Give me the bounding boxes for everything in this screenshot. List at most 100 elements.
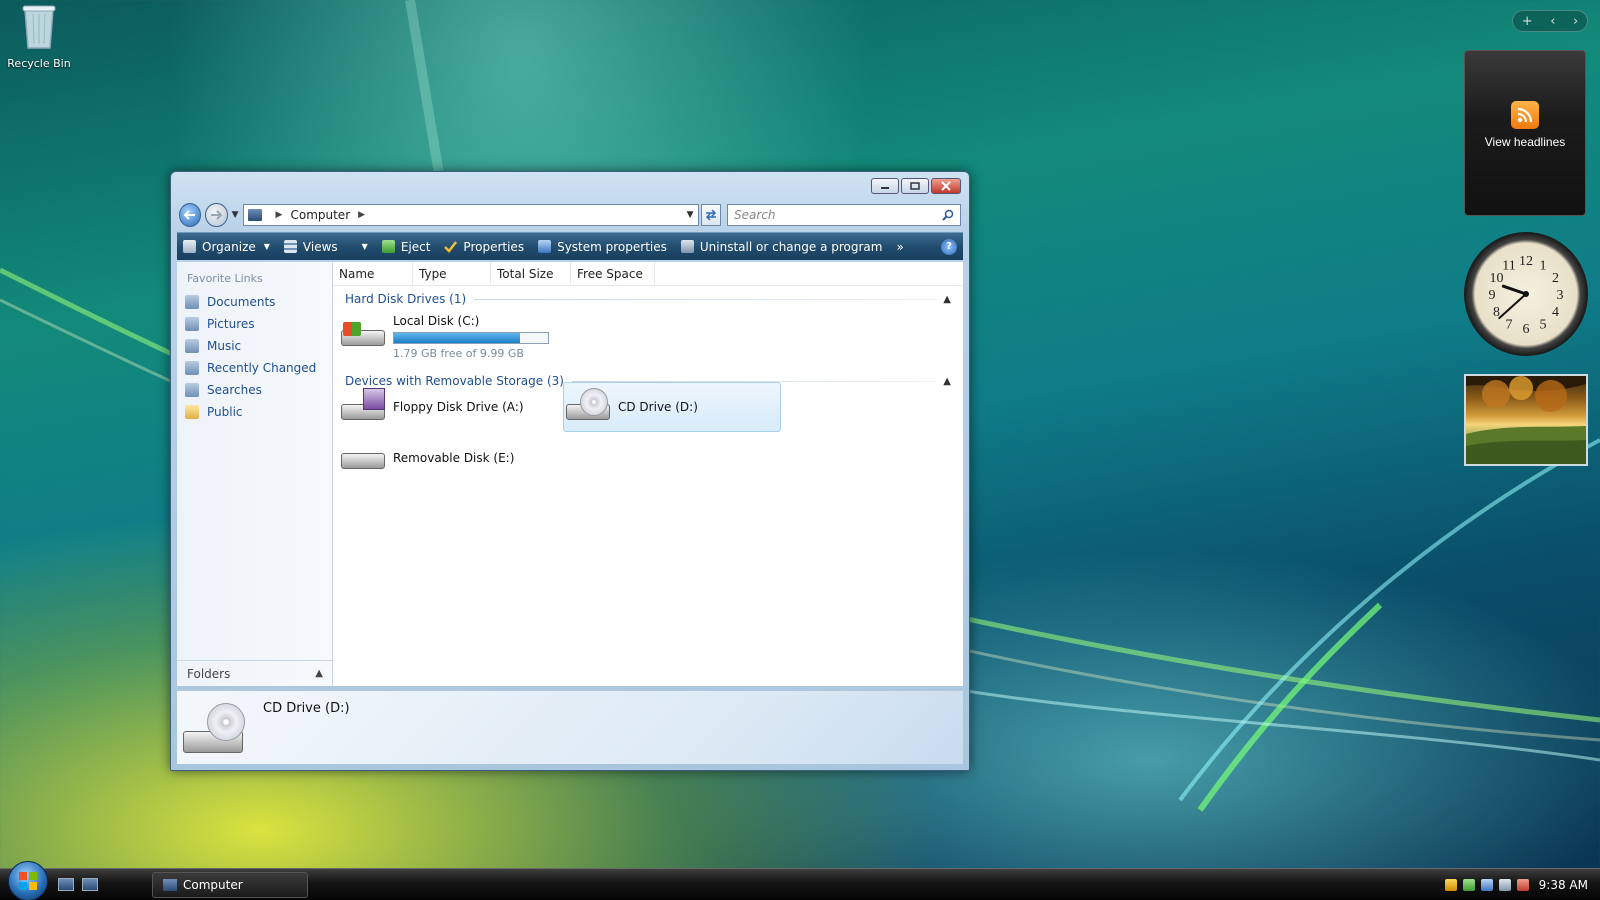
checkmark-icon bbox=[444, 241, 458, 253]
clock-minute-hand bbox=[1498, 293, 1527, 320]
eject-button[interactable]: Eject bbox=[381, 240, 430, 254]
clock-numeral: 11 bbox=[1502, 259, 1515, 274]
sidebar-prev-button[interactable]: ‹ bbox=[1550, 14, 1555, 29]
column-header-total-size[interactable]: Total Size bbox=[491, 262, 571, 285]
uninstall-label: Uninstall or change a program bbox=[699, 239, 883, 254]
system-properties-icon bbox=[538, 240, 552, 253]
sidebar-item-public[interactable]: Public bbox=[177, 401, 332, 423]
hard-drive-icon bbox=[341, 314, 387, 352]
programs-icon bbox=[680, 240, 694, 253]
recycle-bin[interactable]: Recycle Bin bbox=[4, 2, 74, 70]
column-headers: Name Type Total Size Free Space bbox=[333, 262, 963, 286]
maximize-icon bbox=[910, 182, 920, 190]
display-icon[interactable] bbox=[1498, 878, 1511, 891]
back-button[interactable] bbox=[179, 203, 202, 227]
switch-windows-icon[interactable] bbox=[82, 878, 98, 891]
clock-numeral: 9 bbox=[1489, 288, 1496, 303]
more-commands-button[interactable]: » bbox=[896, 240, 903, 254]
breadcrumb-chevron-icon[interactable]: ▶ bbox=[358, 210, 365, 220]
drive-removable-e[interactable]: Removable Disk (E:) bbox=[341, 438, 514, 478]
sidebar-item-searches[interactable]: Searches bbox=[177, 379, 332, 401]
clock-center-pin bbox=[1523, 291, 1529, 297]
start-button[interactable] bbox=[8, 860, 48, 900]
clock-gadget[interactable]: 1 2 3 4 5 6 7 8 9 10 11 12 bbox=[1464, 232, 1588, 356]
group-hard-disk-drives[interactable]: Hard Disk Drives (1) ▲ bbox=[333, 288, 963, 310]
folders-toggle[interactable]: Folders ▲ bbox=[177, 660, 333, 686]
feed-headlines-gadget[interactable]: View headlines bbox=[1464, 50, 1586, 216]
chevron-down-icon: ▼ bbox=[263, 242, 270, 251]
slideshow-gadget[interactable] bbox=[1464, 374, 1588, 466]
sidebar-item-label: Music bbox=[207, 339, 242, 353]
breadcrumb-chevron-icon[interactable]: ▶ bbox=[276, 210, 283, 220]
group-title: Hard Disk Drives (1) bbox=[345, 292, 467, 306]
refresh-button[interactable] bbox=[700, 204, 722, 226]
taskbar-button-computer[interactable]: Computer bbox=[152, 871, 308, 898]
drive-local-c[interactable]: Local Disk (C:) 1.79 GB free of 9.99 GB bbox=[341, 314, 549, 360]
column-header-type[interactable]: Type bbox=[413, 262, 491, 285]
clock-numeral: 6 bbox=[1523, 322, 1530, 337]
address-row: ▼ ▶ Computer ▶ ▼ Search bbox=[179, 202, 962, 228]
pictures-icon bbox=[185, 317, 199, 331]
help-icon[interactable]: ? bbox=[941, 238, 957, 255]
sidebar-controls: + ‹ › bbox=[1512, 10, 1588, 32]
searches-icon bbox=[185, 383, 199, 397]
forward-button[interactable] bbox=[205, 203, 228, 227]
eject-icon bbox=[381, 240, 395, 253]
breadcrumb-computer[interactable]: Computer bbox=[290, 208, 350, 222]
recent-pages-dropdown[interactable]: ▼ bbox=[232, 210, 239, 220]
system-tray: 9:38 AM bbox=[1444, 878, 1588, 892]
security-shield-icon[interactable] bbox=[1444, 878, 1457, 891]
forward-arrow-icon bbox=[211, 210, 223, 220]
sidebar-next-button[interactable]: › bbox=[1573, 14, 1578, 29]
volume-muted-icon[interactable] bbox=[1516, 878, 1529, 891]
floppy-drive-icon bbox=[341, 388, 387, 426]
sidebar-item-documents[interactable]: Documents bbox=[177, 291, 332, 313]
address-dropdown-icon[interactable]: ▼ bbox=[687, 210, 694, 220]
uninstall-program-button[interactable]: Uninstall or change a program bbox=[680, 239, 883, 254]
folder-icon bbox=[185, 405, 199, 419]
collapse-chevron-icon[interactable]: ▲ bbox=[943, 294, 951, 305]
explorer-window[interactable]: ▼ ▶ Computer ▶ ▼ Search Organize ▼ Views… bbox=[170, 171, 970, 771]
documents-icon bbox=[185, 295, 199, 309]
sidebar-item-label: Documents bbox=[207, 295, 276, 309]
clock-numeral: 1 bbox=[1540, 259, 1547, 274]
show-desktop-icon[interactable] bbox=[58, 878, 74, 891]
chevron-up-icon: ▲ bbox=[315, 668, 323, 679]
sidebar-item-pictures[interactable]: Pictures bbox=[177, 313, 332, 335]
drive-floppy-a[interactable]: Floppy Disk Drive (A:) bbox=[341, 382, 524, 432]
address-bar[interactable]: ▶ Computer ▶ ▼ bbox=[242, 204, 699, 226]
recycle-bin-label: Recycle Bin bbox=[7, 57, 71, 70]
clock-numeral: 4 bbox=[1552, 305, 1559, 320]
column-header-name[interactable]: Name bbox=[333, 262, 413, 285]
organize-button[interactable]: Organize ▼ bbox=[183, 240, 270, 254]
folders-label: Folders bbox=[187, 666, 231, 681]
sidebar-item-music[interactable]: Music bbox=[177, 335, 332, 357]
search-icon[interactable] bbox=[942, 209, 954, 221]
sidebar-item-recently-changed[interactable]: Recently Changed bbox=[177, 357, 332, 379]
drive-cd-d[interactable]: CD Drive (D:) bbox=[563, 382, 781, 432]
search-input[interactable]: Search bbox=[727, 204, 962, 226]
views-button[interactable]: Views ▼ bbox=[283, 240, 368, 254]
close-button[interactable] bbox=[931, 178, 961, 194]
drive-name: CD Drive (D:) bbox=[618, 400, 698, 414]
details-pane: CD Drive (D:) bbox=[177, 690, 963, 764]
views-icon bbox=[283, 240, 297, 253]
column-header-free-space[interactable]: Free Space bbox=[571, 262, 655, 285]
network-icon[interactable] bbox=[1480, 878, 1493, 891]
properties-button[interactable]: Properties bbox=[444, 240, 524, 254]
clock-numeral: 12 bbox=[1519, 254, 1533, 269]
drive-name: Removable Disk (E:) bbox=[393, 451, 515, 465]
collapse-chevron-icon[interactable]: ▲ bbox=[943, 376, 951, 387]
organize-label: Organize bbox=[202, 239, 256, 254]
clock-time[interactable]: 9:38 AM bbox=[1539, 878, 1588, 892]
windows-defender-icon[interactable] bbox=[1462, 878, 1475, 891]
system-properties-button[interactable]: System properties bbox=[538, 240, 667, 254]
clock-numeral: 2 bbox=[1552, 271, 1559, 286]
minimize-button[interactable] bbox=[871, 178, 899, 194]
search-placeholder: Search bbox=[734, 208, 776, 222]
maximize-button[interactable] bbox=[901, 178, 929, 194]
clock-face: 1234567891011 12 bbox=[1489, 254, 1564, 337]
computer-icon bbox=[247, 209, 262, 221]
drive-space: 1.79 GB free of 9.99 GB bbox=[393, 347, 524, 360]
add-gadget-button[interactable]: + bbox=[1522, 14, 1533, 29]
